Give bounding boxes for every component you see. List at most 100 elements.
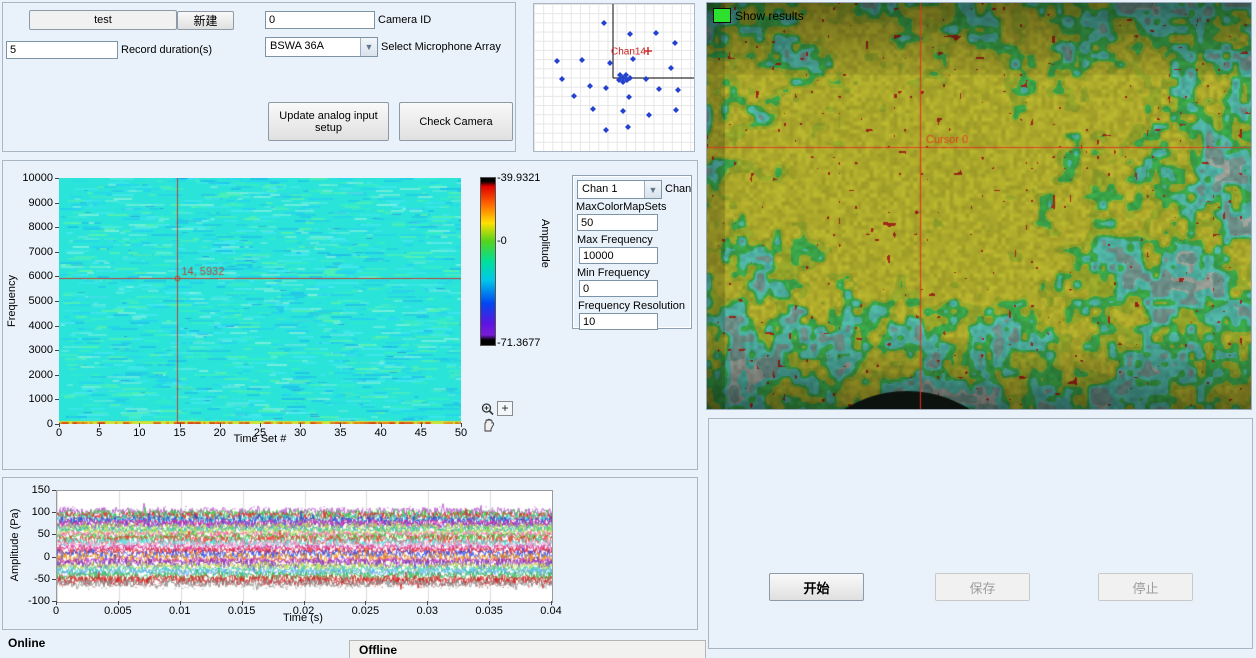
tick-mark [99, 423, 100, 427]
tick-mark [55, 326, 59, 327]
tick-label: 0.04 [531, 605, 571, 617]
svg-text:Chan14: Chan14 [611, 47, 646, 58]
camera-view-panel: Show results [706, 2, 1252, 410]
tick-label: 5 [81, 427, 117, 439]
check-camera-button[interactable]: Check Camera [399, 102, 513, 141]
tick-label: 15 [162, 427, 198, 439]
tick-mark [55, 178, 59, 179]
tick-label: 7000 [13, 246, 53, 258]
mic-array-select[interactable]: BSWA 36A ▼ [265, 37, 378, 57]
tick-mark [365, 601, 366, 605]
tick-mark [139, 423, 140, 427]
tick-mark [56, 601, 57, 605]
record-duration-input[interactable] [6, 41, 118, 59]
tick-mark [489, 601, 490, 605]
camera-id-label: Camera ID [378, 14, 431, 26]
tick-label: 35 [322, 427, 358, 439]
tick-label: 1000 [13, 393, 53, 405]
mic-array-label: Select Microphone Array [381, 41, 501, 53]
new-project-button[interactable]: 新建 [177, 11, 234, 30]
tick-mark [55, 375, 59, 376]
tick-mark [55, 276, 59, 277]
chevron-down-icon[interactable]: ▼ [360, 38, 377, 56]
tick-label: 150 [10, 484, 50, 496]
tick-label: 0 [41, 427, 77, 439]
chan-selected-value: Chan 1 [582, 183, 617, 195]
max-frequency-label: Max Frequency [577, 234, 653, 246]
max-colormap-label: MaxColorMapSets [576, 201, 666, 213]
tick-mark [52, 490, 56, 491]
tick-mark [220, 423, 221, 427]
tick-label: 0.03 [407, 605, 447, 617]
show-results-label: Show results [735, 9, 804, 23]
tick-label: 0.01 [160, 605, 200, 617]
record-duration-label: Record duration(s) [121, 44, 212, 56]
tick-label: 45 [403, 427, 439, 439]
camera-id-input[interactable] [265, 11, 375, 29]
tick-mark [55, 203, 59, 204]
tick-mark [52, 557, 56, 558]
chan-select[interactable]: Chan 1 ▼ [577, 180, 662, 199]
update-analog-input-button[interactable]: Update analog input setup [268, 102, 389, 141]
zoom-tool-icon[interactable] [480, 402, 496, 418]
chan-label: Chan [665, 183, 691, 195]
tick-mark [55, 252, 59, 253]
tick-label: 40 [363, 427, 399, 439]
tick-mark [381, 423, 382, 427]
project-name-field[interactable]: test [29, 10, 177, 30]
tick-mark [52, 534, 56, 535]
mic-array-scatter: Chan14 [534, 4, 694, 151]
tab-offline[interactable]: Offline [349, 640, 706, 658]
tick-mark [421, 423, 422, 427]
show-results-checkbox[interactable] [713, 8, 731, 23]
colorbar-max-label: -39.9321 [497, 172, 540, 184]
tick-mark [55, 399, 59, 400]
spectrogram-ylabel: Frequency [6, 266, 18, 336]
analysis-controls-box: Chan 1 ▼ Chan MaxColorMapSets Max Freque… [572, 175, 692, 329]
tick-mark [118, 601, 119, 605]
waveform-graph [56, 490, 553, 603]
tick-mark [427, 601, 428, 605]
colorbar [480, 177, 496, 346]
tick-label: 2000 [13, 369, 53, 381]
crosshair-tool-icon[interactable]: + [497, 401, 513, 416]
tick-mark [55, 227, 59, 228]
stop-button: 停止 [1098, 573, 1193, 601]
tick-mark [304, 601, 305, 605]
tick-mark [180, 601, 181, 605]
min-frequency-input[interactable] [579, 280, 658, 297]
tick-mark [461, 423, 462, 427]
frequency-resolution-label: Frequency Resolution [578, 300, 685, 312]
waveform-panel: 150100500-50-10000.0050.010.0150.020.025… [2, 477, 698, 630]
tick-label: 10 [121, 427, 157, 439]
waveform-xlabel: Time (s) [243, 612, 363, 624]
mic-array-selected-value: BSWA 36A [270, 40, 324, 52]
tick-mark [300, 423, 301, 427]
camera-beamforming-image[interactable] [707, 3, 1251, 409]
tick-label: 6000 [13, 270, 53, 282]
waveform-ylabel: Amplitude (Pa) [9, 500, 21, 590]
tab-online[interactable]: Online [8, 636, 45, 650]
tick-label: 8000 [13, 221, 53, 233]
tick-label: 3000 [13, 344, 53, 356]
tick-label: 0.005 [98, 605, 138, 617]
spectrogram-xlabel: Time Set # [200, 433, 320, 445]
tick-mark [52, 579, 56, 580]
tick-label: 4000 [13, 320, 53, 332]
pan-tool-icon[interactable] [481, 418, 496, 433]
save-button: 保存 [935, 573, 1030, 601]
tick-label: 0.035 [469, 605, 509, 617]
frequency-resolution-input[interactable] [579, 313, 658, 330]
max-colormap-input[interactable] [577, 214, 658, 231]
spectrogram-graph[interactable] [59, 178, 461, 424]
start-button[interactable]: 开始 [769, 573, 864, 601]
setup-panel: test 新建 Record duration(s) Camera ID BSW… [2, 2, 516, 152]
chevron-down-icon[interactable]: ▼ [644, 181, 661, 198]
tick-label: 9000 [13, 197, 53, 209]
tick-label: 10000 [13, 172, 53, 184]
max-frequency-input[interactable] [579, 247, 658, 264]
tick-mark [551, 601, 552, 605]
colorbar-mid-label: -0 [497, 235, 507, 247]
tick-label: 5000 [13, 295, 53, 307]
run-control-panel: 开始 保存 停止 [708, 418, 1253, 649]
